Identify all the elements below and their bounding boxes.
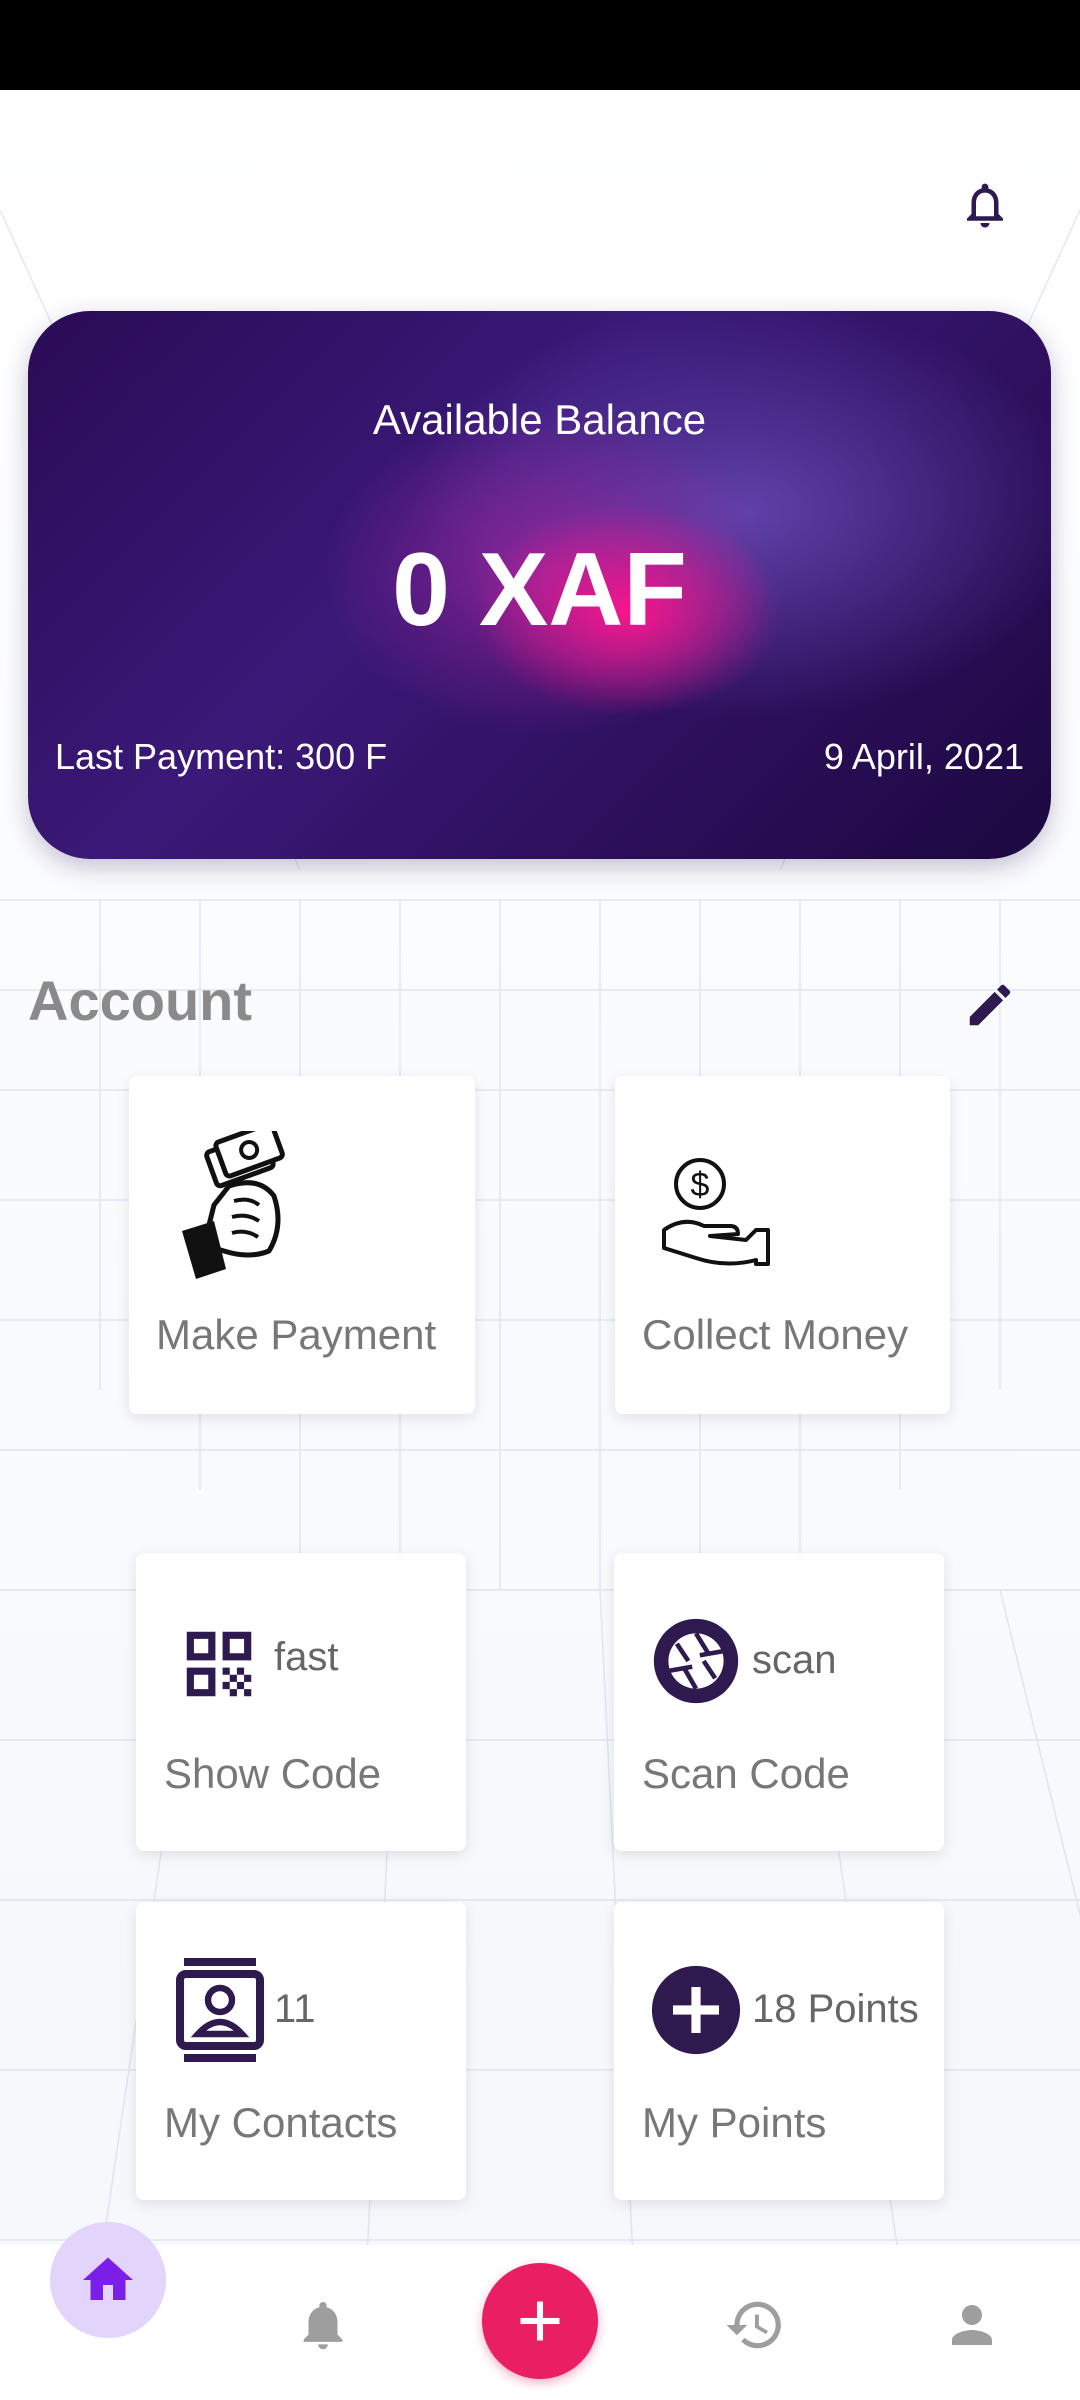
scan-code-tile[interactable]: scan Scan Code [614, 1553, 944, 1851]
make-payment-tile[interactable]: Make Payment [129, 1076, 475, 1414]
my-contacts-tile[interactable]: 11 My Contacts [136, 1902, 466, 2200]
my-points-tile[interactable]: 18 Points My Points [614, 1902, 944, 2200]
last-payment: Last Payment: 300 F [55, 736, 388, 777]
dollar-symbol: $ [691, 1166, 710, 1204]
nav-notifications[interactable] [288, 2290, 358, 2360]
contacts-icon [172, 1954, 268, 2071]
nav-history[interactable] [720, 2290, 790, 2360]
camera-shutter-icon [650, 1615, 742, 1712]
points-count: 18 Points [752, 1987, 919, 2031]
home-icon [83, 2257, 133, 2300]
bell-icon [967, 183, 1003, 228]
nav-profile[interactable] [937, 2290, 1007, 2360]
make-payment-label: Make Payment [156, 1311, 437, 1358]
edit-button[interactable] [955, 970, 1025, 1040]
contacts-count: 11 [274, 1987, 316, 2031]
last-payment-date: 9 April, 2021 [823, 736, 1024, 777]
collect-money-icon: $ [660, 1156, 780, 1271]
nav-home[interactable] [50, 2222, 166, 2338]
show-code-tile[interactable]: fast Show Code [136, 1553, 466, 1851]
person-icon [952, 2305, 992, 2345]
show-code-label: Show Code [164, 1750, 382, 1797]
balance-card: Available Balance 0 XAF Last Payment: 30… [28, 311, 1051, 859]
balance-label: Available Balance [372, 396, 707, 443]
my-points-label: My Points [642, 2099, 827, 2146]
qr-code-icon [176, 1621, 262, 1712]
app-screen: Available Balance 0 XAF Last Payment: 30… [0, 90, 1080, 2400]
add-icon [520, 2301, 560, 2341]
bell-icon [303, 2302, 343, 2350]
show-code-badge: fast [274, 1635, 339, 1679]
add-button[interactable] [482, 2263, 598, 2379]
collect-money-label: Collect Money [642, 1311, 909, 1358]
account-section-title: Account [28, 969, 252, 1032]
scan-code-badge: scan [752, 1638, 837, 1682]
scan-code-label: Scan Code [642, 1750, 850, 1797]
money-hand-icon [174, 1121, 294, 1286]
history-icon [726, 2301, 781, 2349]
balance-amount: 0 XAF [392, 532, 687, 648]
my-contacts-label: My Contacts [164, 2099, 398, 2146]
notifications-button[interactable] [950, 170, 1020, 240]
pencil-icon [969, 984, 1011, 1026]
add-circle-icon [650, 1964, 742, 2061]
collect-money-tile[interactable]: $ Collect Money [615, 1076, 950, 1414]
status-bar [0, 0, 1080, 90]
